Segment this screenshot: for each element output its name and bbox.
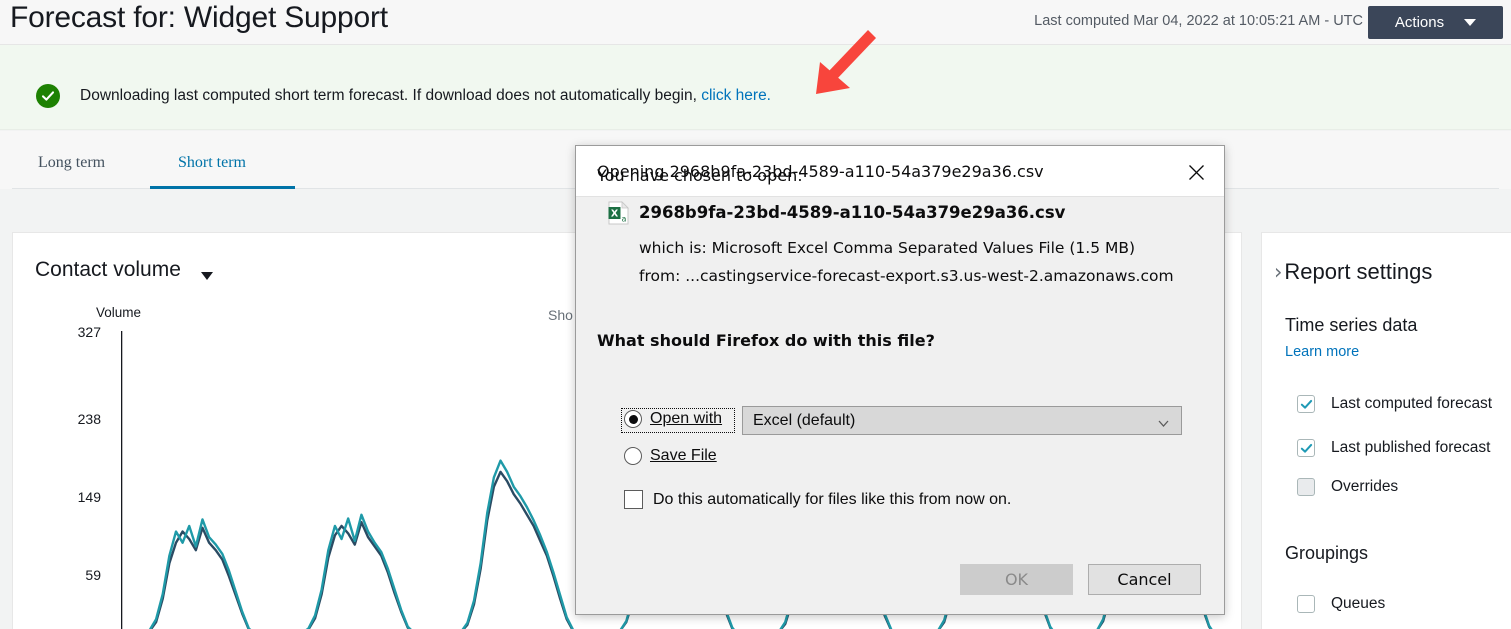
application-select[interactable]: Excel (default) [742, 406, 1182, 435]
checkbox-queues[interactable]: Queues [1297, 595, 1385, 613]
page-header: Forecast for: Widget Support Last comput… [0, 0, 1511, 45]
app-root: Forecast for: Widget Support Last comput… [0, 0, 1511, 629]
report-settings-panel: › Report settings Time series data Learn… [1261, 232, 1511, 629]
dialog-file-name: 2968b9fa-23bd-4589-a110-54a379e29a36.csv [639, 203, 1065, 222]
svg-text:a: a [622, 215, 627, 224]
checkbox-label: Last computed forecast [1331, 395, 1492, 413]
ok-button[interactable]: OK [960, 564, 1073, 595]
checkbox-do-this-automatically[interactable]: Do this automatically for files like thi… [624, 490, 1011, 509]
application-select-value: Excel (default) [753, 412, 855, 430]
flash-message: Downloading last computed short term for… [80, 87, 771, 105]
checkbox-icon [1297, 595, 1315, 613]
checkbox-last-published-forecast[interactable]: Last published forecast [1297, 439, 1490, 457]
radio-open-with-label: Open with [650, 410, 722, 428]
report-settings-title: Report settings [1284, 259, 1432, 285]
dialog-file-type: which is: Microsoft Excel Comma Separate… [639, 239, 1135, 257]
report-settings-header[interactable]: › Report settings [1274, 259, 1432, 285]
svg-text:X: X [611, 208, 619, 219]
page-title: Forecast for: Widget Support [10, 1, 388, 35]
chevron-right-icon: › [1274, 262, 1282, 283]
checkbox-label: Last published forecast [1331, 439, 1490, 457]
checkbox-icon [624, 490, 643, 509]
last-computed-timestamp: Last computed Mar 04, 2022 at 10:05:21 A… [1034, 13, 1363, 29]
actions-button[interactable]: Actions [1368, 6, 1503, 39]
checkbox-label: Queues [1331, 595, 1385, 613]
success-check-icon [36, 84, 60, 108]
dialog-question: What should Firefox do with this file? [597, 331, 935, 350]
y-tick-0: 327 [55, 324, 101, 340]
y-tick-3: 59 [55, 567, 101, 583]
tab-short-term[interactable]: Short term [178, 154, 246, 172]
check-icon [1300, 398, 1313, 411]
y-tick-1: 238 [55, 411, 101, 427]
actions-button-label: Actions [1395, 14, 1444, 31]
cancel-button[interactable]: Cancel [1088, 564, 1201, 595]
excel-csv-file-icon: X a [608, 201, 630, 225]
learn-more-link[interactable]: Learn more [1285, 344, 1359, 360]
checkbox-icon [1297, 395, 1315, 413]
checkbox-overrides[interactable]: Overrides [1297, 478, 1398, 496]
y-axis-label: Volume [96, 305, 141, 320]
dialog-file-source: from: ...castingservice-forecast-export.… [639, 267, 1174, 285]
radio-save-file-label: Save File [650, 447, 717, 465]
radio-save-file[interactable]: Save File [624, 447, 717, 465]
chevron-down-icon[interactable] [201, 272, 213, 280]
y-tick-2: 149 [55, 489, 101, 505]
checkbox-icon [1297, 439, 1315, 457]
check-icon [1300, 442, 1313, 455]
radio-icon [624, 447, 642, 465]
section-title-groupings: Groupings [1285, 543, 1368, 564]
checkbox-last-computed-forecast[interactable]: Last computed forecast [1297, 395, 1492, 413]
chevron-down-icon [1158, 416, 1169, 427]
legend-partial-text: Sho [548, 307, 573, 323]
flash-message-text: Downloading last computed short term for… [80, 87, 701, 104]
section-title-time-series: Time series data [1285, 315, 1417, 336]
checkbox-label: Overrides [1331, 478, 1398, 496]
checkbox-do-this-automatically-label: Do this automatically for files like thi… [653, 491, 1011, 509]
chart-title: Contact volume [35, 258, 181, 282]
firefox-open-file-dialog: Opening 2968b9fa-23bd-4589-a110-54a379e2… [575, 145, 1225, 615]
radio-icon [624, 410, 642, 428]
checkbox-icon [1297, 478, 1315, 496]
radio-open-with[interactable]: Open with [624, 410, 722, 428]
dialog-chosen-label: You have chosen to open: [597, 166, 803, 185]
tab-long-term[interactable]: Long term [38, 154, 105, 172]
click-here-link[interactable]: click here. [701, 87, 771, 104]
close-icon[interactable] [1182, 158, 1210, 186]
radio-dot [629, 415, 638, 424]
chevron-down-icon [1464, 19, 1476, 26]
